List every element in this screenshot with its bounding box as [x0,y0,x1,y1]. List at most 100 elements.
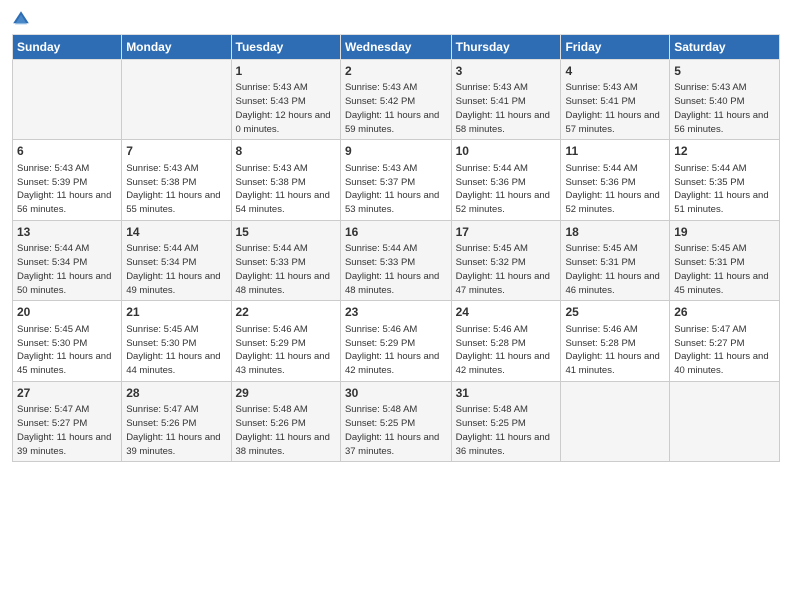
day-cell: 16 Sunrise: 5:44 AM Sunset: 5:33 PM Dayligh… [340,220,451,300]
sunrise-text: Sunrise: 5:44 AM [674,163,746,174]
sunrise-text: Sunrise: 5:47 AM [126,404,198,415]
day-cell: 17Sunrise: 5:45 AMSunset: 5:32 PMDayligh… [451,220,561,300]
sunrise-text: Sunrise: 5:44 AM [17,243,89,254]
day-cell [122,60,231,140]
sunrise-text: Sunrise: 5:46 AM [456,324,528,335]
sunset-text: Sunset: 5:43 PM [236,96,306,107]
daylight-text: Daylight: 11 hours and 48 minutes. [345,271,439,296]
logo-icon [12,10,30,28]
sunrise-text: Sunrise: 5:48 AM [236,404,308,415]
sunrise-text: Sunrise: 5:45 AM [126,324,198,335]
sunrise-text: Sunrise: 5:44 AM [456,163,528,174]
sunset-text: Sunset: 5:40 PM [674,96,744,107]
sunrise-text: Sunrise: 5:45 AM [674,243,746,254]
sunset-text: Sunset: 5:28 PM [565,338,635,349]
day-cell: 6Sunrise: 5:43 AMSunset: 5:39 PMDaylight… [13,140,122,220]
day-cell: 9Sunrise: 5:43 AMSunset: 5:37 PMDaylight… [340,140,451,220]
daylight-text: Daylight: 11 hours and 59 minutes. [345,110,439,135]
day-number: 15 [236,224,336,241]
daylight-text: Daylight: 11 hours and 49 minutes. [126,271,220,296]
sunrise-text: Sunrise: 5:47 AM [674,324,746,335]
day-number: 1 [236,63,336,80]
day-number: 16 [345,224,447,241]
day-number: 27 [17,385,117,402]
sunrise-text: Sunrise: 5:43 AM [126,163,198,174]
week-row-1: 1 Sunrise: 5:43 AM Sunset: 5:43 PM Daylight… [13,60,780,140]
sunset-text: Sunset: 5:25 PM [345,418,415,429]
sunrise-text: Sunrise: 5:45 AM [456,243,528,254]
sunset-text: Sunset: 5:29 PM [236,338,306,349]
day-number: 10 [456,143,557,160]
sunrise-text: Sunrise: 5:43 AM [236,82,308,93]
sunset-text: Sunset: 5:25 PM [456,418,526,429]
daylight-text: Daylight: 11 hours and 48 minutes. [236,271,330,296]
sunset-text: Sunset: 5:26 PM [126,418,196,429]
sunrise-text: Sunrise: 5:48 AM [456,404,528,415]
day-cell: 4Sunrise: 5:43 AMSunset: 5:41 PMDaylight… [561,60,670,140]
daylight-text: Daylight: 11 hours and 58 minutes. [456,110,550,135]
day-number: 17 [456,224,557,241]
daylight-text: Daylight: 11 hours and 37 minutes. [345,432,439,457]
sunrise-text: Sunrise: 5:43 AM [674,82,746,93]
day-number: 6 [17,143,117,160]
day-cell: 5Sunrise: 5:43 AMSunset: 5:40 PMDaylight… [670,60,780,140]
sunset-text: Sunset: 5:41 PM [456,96,526,107]
sunrise-text: Sunrise: 5:45 AM [17,324,89,335]
day-cell [13,60,122,140]
calendar-table: SundayMondayTuesdayWednesdayThursdayFrid… [12,34,780,462]
day-number: 24 [456,304,557,321]
page-container: SundayMondayTuesdayWednesdayThursdayFrid… [0,0,792,470]
day-cell: 25Sunrise: 5:46 AMSunset: 5:28 PMDayligh… [561,301,670,381]
day-cell: 7Sunrise: 5:43 AMSunset: 5:38 PMDaylight… [122,140,231,220]
daylight-text: Daylight: 11 hours and 54 minutes. [236,190,330,215]
day-cell: 14Sunrise: 5:44 AMSunset: 5:34 PMDayligh… [122,220,231,300]
sunset-text: Sunset: 5:36 PM [456,177,526,188]
sunrise-text: Sunrise: 5:43 AM [345,82,417,93]
col-header-tuesday: Tuesday [231,35,340,60]
week-row-3: 13Sunrise: 5:44 AMSunset: 5:34 PMDayligh… [13,220,780,300]
sunset-text: Sunset: 5:33 PM [345,257,415,268]
sunrise-text: Sunrise: 5:44 AM [126,243,198,254]
sunset-text: Sunset: 5:39 PM [17,177,87,188]
logo [12,10,32,28]
sunset-text: Sunset: 5:38 PM [236,177,306,188]
day-cell: 8Sunrise: 5:43 AMSunset: 5:38 PMDaylight… [231,140,340,220]
week-row-5: 27 Sunrise: 5:47 AM Sunset: 5:27 PM Dayligh… [13,381,780,461]
sunset-text: Sunset: 5:27 PM [17,418,87,429]
day-number: 29 [236,385,336,402]
daylight-text: Daylight: 11 hours and 46 minutes. [565,271,659,296]
day-number: 19 [674,224,775,241]
day-cell: 3 Sunrise: 5:43 AM Sunset: 5:41 PM Daylight… [451,60,561,140]
daylight-text: Daylight: 11 hours and 39 minutes. [126,432,220,457]
sunrise-text: Sunrise: 5:48 AM [345,404,417,415]
day-cell: 20Sunrise: 5:45 AMSunset: 5:30 PMDayligh… [13,301,122,381]
sunset-text: Sunset: 5:41 PM [565,96,635,107]
daylight-text: Daylight: 11 hours and 55 minutes. [126,190,220,215]
sunrise-text: Sunrise: 5:47 AM [17,404,89,415]
day-number: 18 [565,224,665,241]
sunrise-text: Sunrise: 5:43 AM [456,82,528,93]
sunrise-text: Sunrise: 5:44 AM [345,243,417,254]
day-number: 4 [565,63,665,80]
daylight-text: Daylight: 11 hours and 40 minutes. [674,351,768,376]
day-cell: 26Sunrise: 5:47 AMSunset: 5:27 PMDayligh… [670,301,780,381]
day-cell: 27 Sunrise: 5:47 AM Sunset: 5:27 PM Dayligh… [13,381,122,461]
sunrise-text: Sunrise: 5:44 AM [236,243,308,254]
day-number: 3 [456,63,557,80]
daylight-text: Daylight: 11 hours and 39 minutes. [17,432,111,457]
col-header-friday: Friday [561,35,670,60]
day-cell [561,381,670,461]
daylight-text: Daylight: 11 hours and 41 minutes. [565,351,659,376]
daylight-text: Daylight: 11 hours and 47 minutes. [456,271,550,296]
sunrise-text: Sunrise: 5:43 AM [236,163,308,174]
daylight-text: Daylight: 11 hours and 42 minutes. [345,351,439,376]
sunset-text: Sunset: 5:33 PM [236,257,306,268]
sunset-text: Sunset: 5:27 PM [674,338,744,349]
day-number: 28 [126,385,226,402]
day-number: 9 [345,143,447,160]
sunset-text: Sunset: 5:28 PM [456,338,526,349]
daylight-text: Daylight: 11 hours and 38 minutes. [236,432,330,457]
sunset-text: Sunset: 5:38 PM [126,177,196,188]
day-number: 2 [345,63,447,80]
week-row-4: 20Sunrise: 5:45 AMSunset: 5:30 PMDayligh… [13,301,780,381]
